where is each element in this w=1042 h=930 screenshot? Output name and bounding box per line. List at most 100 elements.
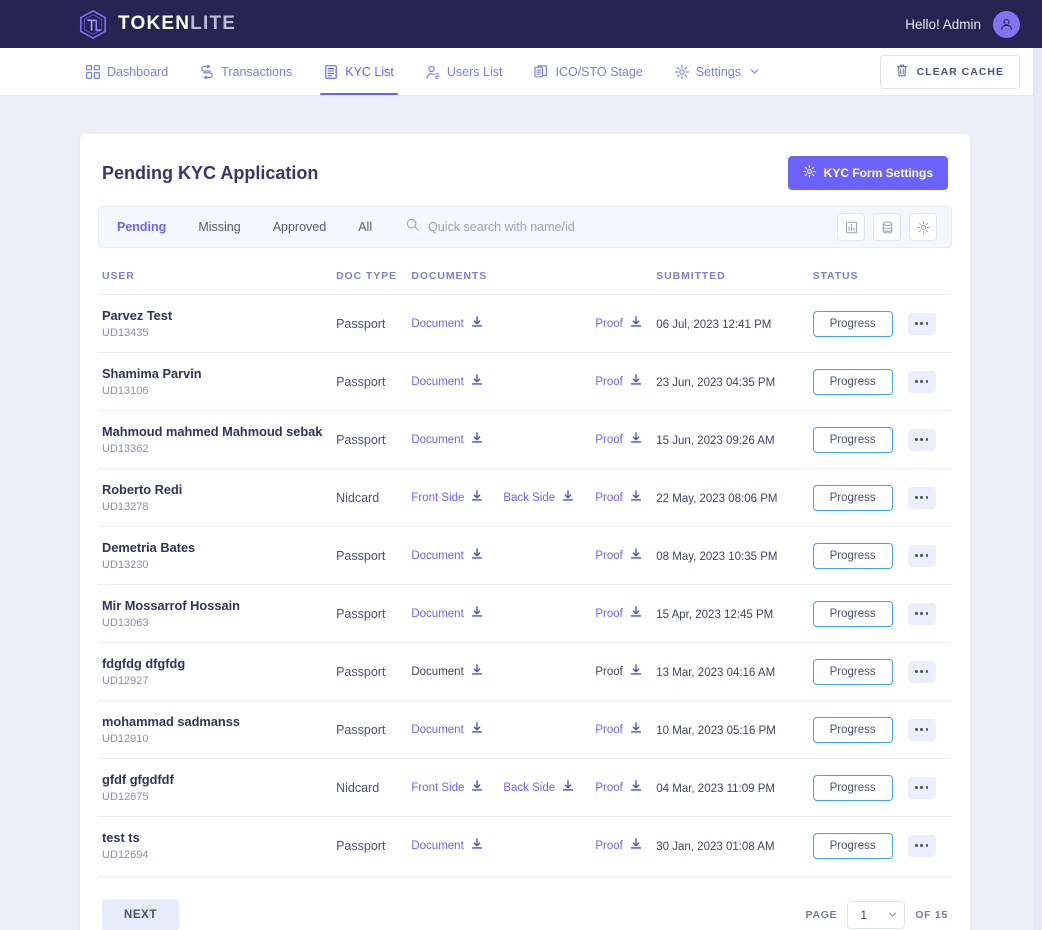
nav-item-users-list[interactable]: Users List bbox=[410, 48, 519, 95]
proof-link[interactable]: Proof bbox=[595, 722, 655, 737]
download-icon[interactable] bbox=[630, 606, 642, 621]
proof-link[interactable]: Proof bbox=[595, 490, 655, 505]
download-icon[interactable] bbox=[471, 606, 483, 621]
documents-cell: Document Proof bbox=[411, 701, 656, 759]
download-icon[interactable] bbox=[630, 664, 642, 679]
proof-link[interactable]: Proof bbox=[595, 780, 655, 795]
download-icon[interactable] bbox=[471, 548, 483, 563]
download-icon[interactable] bbox=[630, 432, 642, 447]
chevron-down-icon bbox=[750, 67, 759, 76]
download-icon[interactable] bbox=[471, 722, 483, 737]
column-header-status: STATUS bbox=[812, 270, 859, 282]
document-link[interactable]: Front Side bbox=[411, 780, 503, 795]
tab-missing[interactable]: Missing bbox=[182, 220, 256, 234]
ellipsis-icon bbox=[925, 728, 929, 731]
download-icon[interactable] bbox=[630, 722, 642, 737]
proof-link[interactable]: Proof bbox=[595, 374, 655, 389]
ellipsis-icon bbox=[920, 438, 924, 441]
document-link[interactable]: Document bbox=[411, 722, 503, 737]
download-icon[interactable] bbox=[562, 780, 574, 795]
download-icon[interactable] bbox=[630, 838, 642, 853]
bar-chart-button[interactable] bbox=[837, 213, 865, 241]
row-actions-button[interactable] bbox=[907, 660, 936, 683]
download-icon[interactable] bbox=[471, 374, 483, 389]
proof-link[interactable]: Proof bbox=[595, 316, 655, 331]
download-icon[interactable] bbox=[630, 490, 642, 505]
row-actions-button[interactable] bbox=[907, 602, 936, 625]
download-icon[interactable] bbox=[562, 490, 574, 505]
document-link[interactable]: Front Side bbox=[411, 490, 503, 505]
status-badge[interactable]: Progress bbox=[812, 368, 893, 395]
nav-item-ico-sto-stage[interactable]: ICO/STO Stage bbox=[518, 48, 658, 95]
status-badge[interactable]: Progress bbox=[812, 484, 893, 511]
row-actions-button[interactable] bbox=[907, 834, 936, 857]
download-icon[interactable] bbox=[630, 374, 642, 389]
user-id: UD12875 bbox=[102, 791, 149, 803]
document-link[interactable]: Document bbox=[411, 432, 503, 447]
document-link[interactable]: Document bbox=[411, 548, 503, 563]
column-settings-button[interactable] bbox=[909, 213, 937, 241]
tab-all[interactable]: All bbox=[342, 220, 388, 234]
proof-link[interactable]: Proof bbox=[595, 838, 655, 853]
row-actions-button[interactable] bbox=[907, 486, 936, 509]
nav-item-settings[interactable]: Settings bbox=[659, 48, 775, 95]
status-badge[interactable]: Progress bbox=[812, 832, 893, 859]
document-link[interactable]: Document bbox=[411, 316, 503, 331]
submitted-cell: 13 Mar, 2023 04:16 AM bbox=[656, 643, 812, 701]
status-badge[interactable]: Progress bbox=[812, 658, 893, 685]
doc-type-cell: Passport bbox=[336, 817, 411, 875]
proof-link[interactable]: Proof bbox=[595, 548, 655, 563]
brand-logo[interactable]: TOKEN LITE bbox=[78, 9, 236, 40]
gear-icon bbox=[916, 220, 930, 234]
download-icon[interactable] bbox=[471, 838, 483, 853]
document-link[interactable]: Back Side bbox=[503, 490, 595, 505]
status-badge[interactable]: Progress bbox=[812, 426, 893, 453]
download-icon[interactable] bbox=[471, 490, 483, 505]
nav-item-kyc-list[interactable]: KYC List bbox=[308, 48, 410, 95]
tab-approved[interactable]: Approved bbox=[257, 220, 343, 234]
proof-link[interactable]: Proof bbox=[595, 664, 655, 679]
row-actions-button[interactable] bbox=[907, 544, 936, 567]
table-row: gfdf gfgdfdf UD12875 Nidcard Front Side Back… bbox=[98, 758, 952, 817]
clear-cache-button[interactable]: CLEAR CACHE bbox=[879, 54, 1020, 89]
status-badge[interactable]: Progress bbox=[812, 716, 893, 743]
nav-item-transactions[interactable]: Transactions bbox=[184, 48, 308, 95]
download-icon[interactable] bbox=[630, 780, 642, 795]
download-icon[interactable] bbox=[471, 664, 483, 679]
document-link-label: Document bbox=[411, 665, 464, 678]
next-page-button[interactable]: NEXT bbox=[102, 899, 180, 930]
row-actions-button[interactable] bbox=[907, 428, 936, 451]
row-actions-button[interactable] bbox=[907, 776, 936, 799]
proof-link[interactable]: Proof bbox=[595, 606, 655, 621]
row-actions-button[interactable] bbox=[907, 718, 936, 741]
kyc-form-settings-button[interactable]: KYC Form Settings bbox=[787, 156, 948, 190]
download-icon[interactable] bbox=[471, 780, 483, 795]
page-scrollbar[interactable] bbox=[1033, 48, 1042, 930]
status-badge[interactable]: Progress bbox=[812, 774, 893, 801]
proof-link[interactable]: Proof bbox=[595, 432, 655, 447]
avatar[interactable] bbox=[993, 10, 1020, 38]
database-button[interactable] bbox=[873, 213, 901, 241]
search-input[interactable] bbox=[428, 220, 837, 234]
download-icon[interactable] bbox=[630, 548, 642, 563]
ellipsis-icon bbox=[925, 844, 929, 847]
document-link[interactable]: Document bbox=[411, 606, 503, 621]
download-icon[interactable] bbox=[471, 432, 483, 447]
status-badge[interactable]: Progress bbox=[812, 542, 893, 569]
row-actions-button[interactable] bbox=[907, 370, 936, 393]
document-link[interactable]: Back Side bbox=[503, 780, 595, 795]
document-link[interactable]: Document bbox=[411, 664, 503, 679]
row-actions-button[interactable] bbox=[907, 312, 936, 335]
download-icon[interactable] bbox=[471, 316, 483, 331]
download-icon[interactable] bbox=[630, 316, 642, 331]
document-link[interactable]: Document bbox=[411, 374, 503, 389]
status-cell: Progress bbox=[812, 527, 902, 585]
tab-pending[interactable]: Pending bbox=[113, 220, 182, 234]
status-badge[interactable]: Progress bbox=[812, 600, 893, 627]
status-badge[interactable]: Progress bbox=[812, 310, 893, 337]
user-cell: Demetria Bates UD13230 bbox=[98, 527, 336, 585]
page-select[interactable]: 1 bbox=[847, 901, 906, 929]
nav-item-dashboard[interactable]: Dashboard bbox=[70, 48, 184, 95]
documents-cell: Document Proof bbox=[411, 527, 656, 585]
document-link[interactable]: Document bbox=[411, 838, 503, 853]
